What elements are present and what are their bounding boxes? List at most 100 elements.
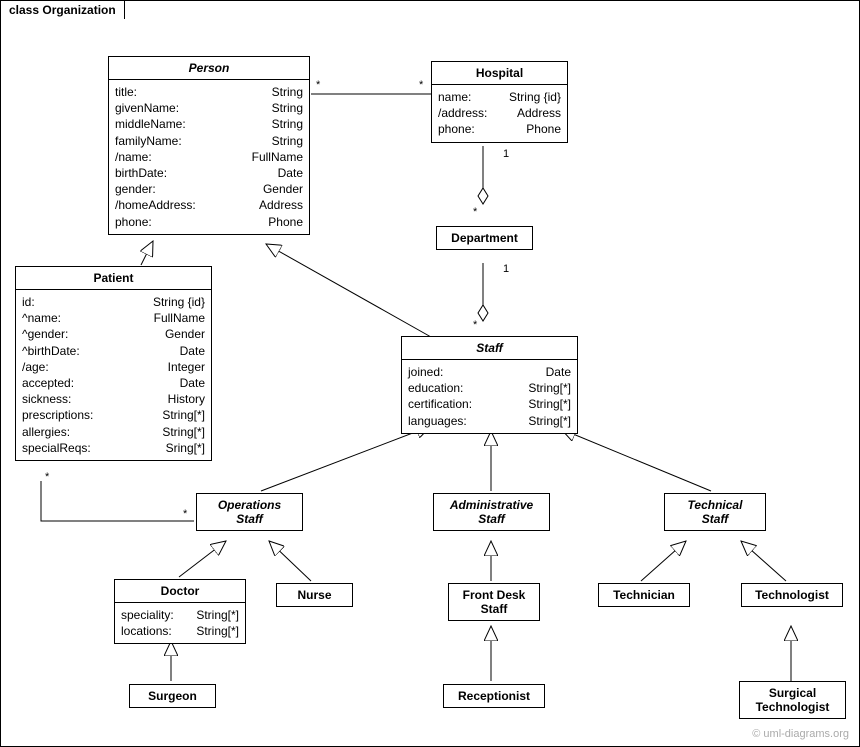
attr-name: name: (438, 89, 471, 105)
class-surgeon: Surgeon (129, 684, 216, 708)
class-patient: Patient id: String {id}^name:FullName^gen… (15, 266, 212, 461)
attr-type: String[*] (528, 413, 571, 429)
attr-row: birthDate:Date (115, 165, 303, 181)
attr-row: title: String (115, 84, 303, 100)
mult-department-star: * (473, 206, 477, 218)
attr-type: Address (259, 197, 303, 213)
class-department: Department (436, 226, 533, 250)
attr-row: accepted:Date (22, 375, 205, 391)
attr-name: ^gender: (22, 326, 68, 342)
attr-name: speciality: (121, 607, 174, 623)
class-hospital: Hospital name:String {id}/address:Addres… (431, 61, 568, 143)
attr-name: familyName: (115, 133, 182, 149)
class-title: Receptionist (444, 685, 544, 707)
attr-row: ^name:FullName (22, 310, 205, 326)
class-title: Hospital (432, 62, 567, 85)
attr-type: Date (180, 375, 205, 391)
class-title: Patient (16, 267, 211, 290)
attr-type: Gender (165, 326, 205, 342)
attr-row: middleName:String (115, 116, 303, 132)
attr-type: String[*] (162, 424, 205, 440)
mult-hospital-star: * (419, 79, 423, 91)
attr-name: ^name: (22, 310, 61, 326)
class-title: Person (109, 57, 309, 80)
attr-row: sickness: History (22, 391, 205, 407)
attr-type: History (168, 391, 205, 407)
class-staff: Staff joined:Dateeducation:String[*]cert… (401, 336, 578, 434)
attr-name: specialReqs: (22, 440, 91, 456)
attr-row: ^birthDate:Date (22, 343, 205, 359)
mult-hospital-one: 1 (503, 148, 509, 160)
attr-row: specialReqs: Sring[*] (22, 440, 205, 456)
class-title: Technical Staff (665, 494, 765, 530)
attr-name: id: (22, 294, 35, 310)
attr-row: /age:Integer (22, 359, 205, 375)
attr-row: allergies: String[*] (22, 424, 205, 440)
attr-row: phone:Phone (115, 214, 303, 230)
class-title: Nurse (277, 584, 352, 606)
attr-row: name: String {id} (438, 89, 561, 105)
attr-row: certification: String[*] (408, 396, 571, 412)
attr-name: certification: (408, 396, 472, 412)
class-title: Technician (599, 584, 689, 606)
mult-patient-star: * (45, 471, 49, 483)
attr-type: Address (517, 105, 561, 121)
class-title: Administrative Staff (434, 494, 549, 530)
attr-row: givenName: String (115, 100, 303, 116)
attr-name: ^birthDate: (22, 343, 80, 359)
class-diagram-frame: class Organization Person titl (0, 0, 860, 747)
attr-name: sickness: (22, 391, 71, 407)
attr-type: Sring[*] (166, 440, 205, 456)
attr-type: String (272, 133, 303, 149)
class-title: Surgeon (130, 685, 215, 707)
attr-type: Date (546, 364, 571, 380)
class-tech-staff: Technical Staff (664, 493, 766, 531)
class-title: Department (437, 227, 532, 249)
attr-type: String[*] (528, 380, 571, 396)
class-title: Surgical Technologist (740, 682, 845, 718)
attr-name: phone: (438, 121, 475, 137)
class-attrs: title:StringgivenName:StringmiddleName:S… (109, 80, 309, 234)
attr-name: /name: (115, 149, 152, 165)
attr-type: String {id} (509, 89, 561, 105)
attr-type: Phone (268, 214, 303, 230)
attr-type: String (272, 84, 303, 100)
class-surgical-technologist: Surgical Technologist (739, 681, 846, 719)
class-doctor: Doctor speciality:String[*]locations:Str… (114, 579, 246, 644)
attr-name: title: (115, 84, 137, 100)
class-frontdesk: Front Desk Staff (448, 583, 540, 621)
attr-name: givenName: (115, 100, 179, 116)
attr-row: languages: String[*] (408, 413, 571, 429)
attr-name: allergies: (22, 424, 70, 440)
attr-row: joined:Date (408, 364, 571, 380)
class-technologist: Technologist (741, 583, 843, 607)
attr-row: gender:Gender (115, 181, 303, 197)
attr-row: phone: Phone (438, 121, 561, 137)
attr-name: languages: (408, 413, 467, 429)
attr-row: locations:String[*] (121, 623, 239, 639)
mult-person-star: * (316, 79, 320, 91)
attr-row: id: String {id} (22, 294, 205, 310)
attr-type: String (272, 116, 303, 132)
attr-type: String (272, 100, 303, 116)
attr-row: speciality:String[*] (121, 607, 239, 623)
attr-type: Gender (263, 181, 303, 197)
attr-type: Phone (526, 121, 561, 137)
attr-row: familyName: String (115, 133, 303, 149)
attr-name: /homeAddress: (115, 197, 196, 213)
attr-type: String[*] (528, 396, 571, 412)
attr-name: /age: (22, 359, 49, 375)
class-title: Front Desk Staff (449, 584, 539, 620)
attr-name: locations: (121, 623, 172, 639)
attr-row: education:String[*] (408, 380, 571, 396)
attr-row: /homeAddress: Address (115, 197, 303, 213)
mult-department-one: 1 (503, 263, 509, 275)
class-admin-staff: Administrative Staff (433, 493, 550, 531)
class-title: Doctor (115, 580, 245, 603)
attr-row: prescriptions:String[*] (22, 407, 205, 423)
attr-type: String {id} (153, 294, 205, 310)
class-title: Staff (402, 337, 577, 360)
class-nurse: Nurse (276, 583, 353, 607)
class-attrs: name:String {id}/address:Addressphone:Ph… (432, 85, 567, 142)
mult-staff-star: * (473, 319, 477, 331)
